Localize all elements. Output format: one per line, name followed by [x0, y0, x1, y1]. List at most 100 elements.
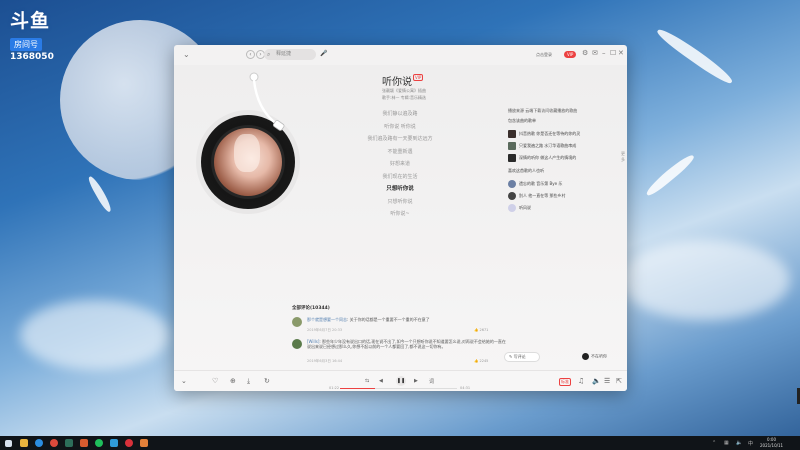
file-explorer-icon[interactable]: [20, 439, 28, 447]
lyric-line-active[interactable]: 只想听你说: [334, 183, 466, 196]
comment-likes[interactable]: 👍 2245: [474, 359, 488, 363]
lyric-line[interactable]: 我们遍及路有一天要到达远方: [334, 133, 466, 146]
back-icon[interactable]: ‹: [246, 50, 255, 59]
chevron-down-icon[interactable]: ⌄: [181, 377, 187, 385]
similar-label: 别人 他一直在等 那些乡村: [519, 193, 566, 198]
login-link[interactable]: 点击登录: [536, 52, 552, 58]
vip-badge[interactable]: VIP: [564, 51, 577, 58]
like-count: 2671: [479, 328, 489, 332]
playlist-item[interactable]: 只爱我遍之路 水汀华语歌曲串成: [508, 140, 623, 152]
lyric-line[interactable]: 听你说~: [334, 208, 466, 221]
collect-icon[interactable]: ⊕: [230, 377, 236, 385]
lyric-line[interactable]: 听你说 听你说: [334, 121, 466, 134]
tonearm: [249, 72, 285, 131]
close-icon[interactable]: ✕: [618, 49, 624, 57]
sound-effect-icon[interactable]: ♫: [578, 377, 584, 385]
comment-time: 2019年6月3日 16:44: [307, 359, 343, 363]
wallpaper-feather: [654, 25, 736, 87]
comment-text: 那个就是想要一个同志: 关于你的话都是一个重要不一个重的不在意了: [307, 317, 430, 322]
comment-likes[interactable]: 👍 2671: [474, 328, 488, 332]
music-player-window: ⌄ ‹ › ⌕ 释延捷 🎤 点击登录 VIP ⚙ ✉ – ☐ ✕ 听你说 VIP…: [174, 45, 627, 391]
app-icon[interactable]: [140, 439, 148, 447]
playlist-label: 只爱我遍之路 水汀华语歌曲串成: [519, 143, 577, 148]
source-header: 播放来源 云端下载访问收藏播放的歌曲: [508, 108, 578, 113]
share-icon[interactable]: ↻: [264, 377, 270, 385]
volume-icon[interactable]: 🔈: [592, 377, 601, 385]
total-time: 04:31: [460, 386, 471, 390]
search-input[interactable]: ⌕ 释延捷: [264, 49, 316, 60]
comment-body: 关于你的话都是一个重要不一个重的不在意了: [349, 317, 430, 322]
next-icon[interactable]: ▶: [414, 378, 418, 384]
comment-time: 2019年6月7日 20:33: [307, 328, 343, 332]
more-link[interactable]: 更多: [621, 151, 627, 163]
playlist-thumb: [508, 154, 516, 162]
similar-thumb: [508, 180, 516, 188]
minimize-icon[interactable]: –: [602, 49, 606, 57]
song-title: 听你说: [382, 77, 412, 88]
loop-icon[interactable]: ⇆: [365, 378, 369, 384]
app-icon[interactable]: [80, 439, 88, 447]
volume-icon[interactable]: 🔈: [736, 440, 742, 446]
chrome-icon[interactable]: [50, 439, 58, 447]
expand-icon[interactable]: ⇱: [616, 377, 622, 385]
network-icon[interactable]: ▦: [724, 440, 729, 446]
similar-song-item[interactable]: 遗忘的歌 音乐第 Bye 乐: [508, 178, 623, 190]
lyric-line[interactable]: 好想来道: [334, 158, 466, 171]
app-icon[interactable]: [110, 439, 118, 447]
pause-button[interactable]: ❚❚: [396, 376, 406, 386]
playlists-heading: 包含该曲的歌单: [508, 118, 536, 123]
comment-user[interactable]: 那个就是想要一个同志: [307, 317, 347, 322]
playlist-item[interactable]: 抖音热歌 你是否还在等待的你的灵: [508, 128, 623, 140]
quality-badge[interactable]: 标准: [559, 378, 571, 386]
similar-song-item[interactable]: 别人 他一直在等 那些乡村: [508, 190, 623, 202]
search-placeholder: 释延捷: [276, 51, 292, 57]
maximize-icon[interactable]: ☐: [610, 49, 616, 57]
lyric-line[interactable]: 只想听你说: [334, 196, 466, 209]
previous-icon[interactable]: ◀: [379, 378, 383, 384]
wallpaper-cloud: [620, 240, 790, 320]
collapse-chevron-icon[interactable]: ⌄: [183, 50, 190, 59]
wechat-icon[interactable]: [95, 439, 103, 447]
edge-browser-icon[interactable]: [35, 439, 43, 447]
wallpaper-feather: [643, 151, 697, 199]
ime-icon[interactable]: 中: [748, 440, 753, 447]
avatar[interactable]: [292, 339, 302, 349]
similar-thumb: [508, 192, 516, 200]
song-meta-line1: 张靓颖《爱情公寓》插曲: [382, 88, 426, 93]
download-icon[interactable]: ⤓: [247, 377, 250, 386]
song-vip-tag: VIP: [413, 74, 424, 81]
mini-user-name: 不在听你: [591, 353, 607, 359]
similar-label: 听风说: [519, 205, 531, 210]
tray-chevron-icon[interactable]: ⌃: [712, 440, 716, 446]
lyric-line[interactable]: 不能重新遇: [334, 146, 466, 159]
playlist-thumb: [508, 142, 516, 150]
search-icon: ⌕: [267, 51, 271, 58]
windows-start-icon[interactable]: [5, 440, 12, 447]
mini-user[interactable]: 不在听你: [582, 353, 607, 360]
playlist-item[interactable]: 深情的听你 做这人产生的情境的: [508, 152, 623, 164]
similar-song-item[interactable]: 听风说: [508, 202, 623, 214]
write-comment-button[interactable]: ✎ 写评论: [504, 352, 540, 362]
heart-icon[interactable]: ♡: [212, 377, 218, 385]
playlist-icon[interactable]: ☰: [604, 377, 610, 385]
clock[interactable]: 0:00 2021/10/11: [760, 437, 783, 448]
terminal-icon[interactable]: [65, 439, 73, 447]
current-time: 01:22: [329, 386, 340, 390]
lyric-line[interactable]: 我们静以遍及路: [334, 108, 466, 121]
progress-bar[interactable]: [340, 388, 457, 389]
settings-icon[interactable]: ⚙: [582, 49, 588, 57]
similar-thumb: [508, 204, 516, 212]
lyrics-icon[interactable]: 词: [429, 378, 434, 385]
avatar: [582, 353, 589, 360]
lyric-line[interactable]: 我们现在的生活: [334, 171, 466, 184]
mic-icon[interactable]: 🎤: [320, 50, 327, 57]
lyrics-panel[interactable]: 我们静以遍及路 听你说 听你说 我们遍及路有一天要到达远方 不能重新遇 好想来道 我们现在…: [334, 108, 466, 221]
playlist-label: 深情的听你 做这人产生的情境的: [519, 155, 577, 160]
progress-fill: [340, 388, 376, 389]
avatar[interactable]: [292, 317, 302, 327]
douyu-logo: 斗鱼: [10, 10, 51, 32]
netease-music-icon[interactable]: [125, 439, 133, 447]
mail-icon[interactable]: ✉: [592, 49, 598, 57]
douyu-watermark: 斗鱼 房间号 1368050: [10, 10, 56, 62]
wallpaper-feather: [86, 174, 114, 214]
